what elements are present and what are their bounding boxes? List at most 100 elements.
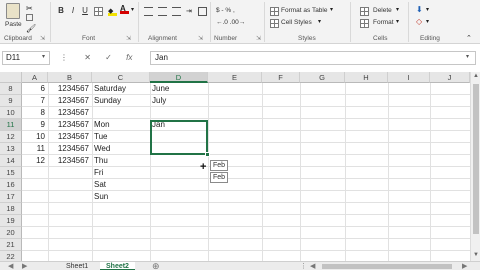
cell-d21[interactable]: [150, 239, 208, 251]
cell-b9[interactable]: 1234567: [48, 95, 92, 107]
fill-down-icon[interactable]: ⬇: [416, 5, 425, 14]
cell-a20[interactable]: [22, 227, 48, 239]
row-header-15[interactable]: 15: [0, 167, 22, 179]
vertical-scrollbar[interactable]: ▲ ▼: [470, 72, 480, 261]
next-sheet-icon[interactable]: ▶: [22, 262, 27, 270]
chevron-down-icon[interactable]: ▾: [426, 6, 435, 15]
cell-a11[interactable]: 9: [22, 119, 48, 131]
clipboard-launcher-icon[interactable]: ⇲: [40, 35, 45, 42]
cell-c15[interactable]: Fri: [92, 167, 150, 179]
cell-a21[interactable]: [22, 239, 48, 251]
fill-handle[interactable]: [205, 152, 210, 157]
column-header-a[interactable]: A: [22, 72, 48, 83]
collapse-ribbon-icon[interactable]: ⌃: [466, 34, 475, 43]
row-header-16[interactable]: 16: [0, 179, 22, 191]
font-launcher-icon[interactable]: ⇲: [126, 35, 131, 42]
tab-sheet2[interactable]: Sheet2: [100, 262, 135, 270]
cell-b8[interactable]: 1234567: [48, 83, 92, 95]
cut-icon[interactable]: ✂: [26, 4, 35, 13]
cell-d18[interactable]: [150, 203, 208, 215]
row-header-14[interactable]: 14: [0, 155, 22, 167]
row-header-8[interactable]: 8: [0, 83, 22, 95]
cell-b20[interactable]: [48, 227, 92, 239]
align-center-icon[interactable]: [158, 7, 167, 16]
paste-icon[interactable]: [6, 3, 20, 19]
column-header-b[interactable]: B: [48, 72, 92, 83]
merge-center-icon[interactable]: [198, 7, 207, 16]
cell-c8[interactable]: Saturday: [92, 83, 150, 95]
cell-a12[interactable]: 10: [22, 131, 48, 143]
column-header-i[interactable]: I: [388, 72, 430, 83]
cell-b12[interactable]: 1234567: [48, 131, 92, 143]
row-header-20[interactable]: 20: [0, 227, 22, 239]
row-header-12[interactable]: 12: [0, 131, 22, 143]
clear-icon[interactable]: ◇: [416, 17, 425, 26]
cell-d16[interactable]: [150, 179, 208, 191]
chevron-down-icon[interactable]: ▾: [396, 6, 405, 15]
align-right-icon[interactable]: [172, 7, 181, 16]
row-header-17[interactable]: 17: [0, 191, 22, 203]
row-header-19[interactable]: 19: [0, 215, 22, 227]
cell-a17[interactable]: [22, 191, 48, 203]
cell-a9[interactable]: 7: [22, 95, 48, 107]
cell-c21[interactable]: [92, 239, 150, 251]
cell-c19[interactable]: [92, 215, 150, 227]
underline-button[interactable]: U: [80, 6, 90, 16]
scroll-down-icon[interactable]: ▼: [473, 252, 479, 258]
paste-button[interactable]: Paste: [5, 21, 22, 28]
chevron-down-icon[interactable]: ▾: [396, 18, 405, 27]
align-left-icon[interactable]: [144, 7, 153, 16]
cell-c17[interactable]: Sun: [92, 191, 150, 203]
chevron-down-icon[interactable]: ▾: [42, 53, 51, 62]
insert-function-button[interactable]: fx: [126, 53, 132, 62]
cell-d17[interactable]: [150, 191, 208, 203]
cell-c20[interactable]: [92, 227, 150, 239]
cell-c12[interactable]: Tue: [92, 131, 150, 143]
decimal-buttons-icon[interactable]: ←.0 .00→: [216, 19, 245, 26]
new-sheet-icon[interactable]: ⊕: [152, 262, 160, 270]
row-header-21[interactable]: 21: [0, 239, 22, 251]
column-header-h[interactable]: H: [345, 72, 388, 83]
cell-c13[interactable]: Wed: [92, 143, 150, 155]
bold-button[interactable]: B: [56, 6, 66, 16]
row-header-10[interactable]: 10: [0, 107, 22, 119]
hscroll-left-icon[interactable]: ◀: [310, 262, 315, 270]
cell-c16[interactable]: Sat: [92, 179, 150, 191]
cell-b18[interactable]: [48, 203, 92, 215]
cell-b13[interactable]: 1234567: [48, 143, 92, 155]
column-header-d[interactable]: D: [150, 72, 208, 83]
italic-button[interactable]: I: [68, 6, 78, 16]
formula-input[interactable]: Jan: [150, 51, 476, 65]
cell-a16[interactable]: [22, 179, 48, 191]
cell-b10[interactable]: 1234567: [48, 107, 92, 119]
font-color-icon[interactable]: A: [120, 5, 129, 14]
confirm-entry-icon[interactable]: ✓: [105, 53, 112, 62]
cell-d8[interactable]: June: [150, 83, 208, 95]
cell-c18[interactable]: [92, 203, 150, 215]
chevron-down-icon[interactable]: ▾: [426, 18, 435, 27]
fill-color-icon[interactable]: ◆: [108, 7, 117, 16]
cell-a10[interactable]: 8: [22, 107, 48, 119]
cell-b15[interactable]: [48, 167, 92, 179]
cell-a15[interactable]: [22, 167, 48, 179]
chevron-down-icon[interactable]: ▾: [330, 6, 339, 15]
tab-sheet1[interactable]: Sheet1: [60, 262, 94, 270]
worksheet-grid[interactable]: ABCDEFGHIJ 8 6 1234567 Saturday June 9 7 123456…: [0, 72, 471, 263]
expand-formula-icon[interactable]: ▾: [466, 53, 475, 62]
number-launcher-icon[interactable]: ⇲: [256, 35, 261, 42]
cell-c9[interactable]: Sunday: [92, 95, 150, 107]
cancel-entry-icon[interactable]: ✕: [84, 53, 91, 62]
row-header-13[interactable]: 13: [0, 143, 22, 155]
horizontal-scrollbar[interactable]: [322, 264, 452, 269]
column-header-c[interactable]: C: [92, 72, 150, 83]
cell-c10[interactable]: [92, 107, 150, 119]
cell-b19[interactable]: [48, 215, 92, 227]
chevron-down-icon[interactable]: ▾: [318, 18, 327, 27]
copy-icon[interactable]: [26, 14, 33, 21]
cell-b17[interactable]: [48, 191, 92, 203]
scroll-thumb[interactable]: [473, 84, 479, 234]
column-header-g[interactable]: G: [300, 72, 345, 83]
cell-a13[interactable]: 11: [22, 143, 48, 155]
cell-b14[interactable]: 1234567: [48, 155, 92, 167]
cell-a19[interactable]: [22, 215, 48, 227]
